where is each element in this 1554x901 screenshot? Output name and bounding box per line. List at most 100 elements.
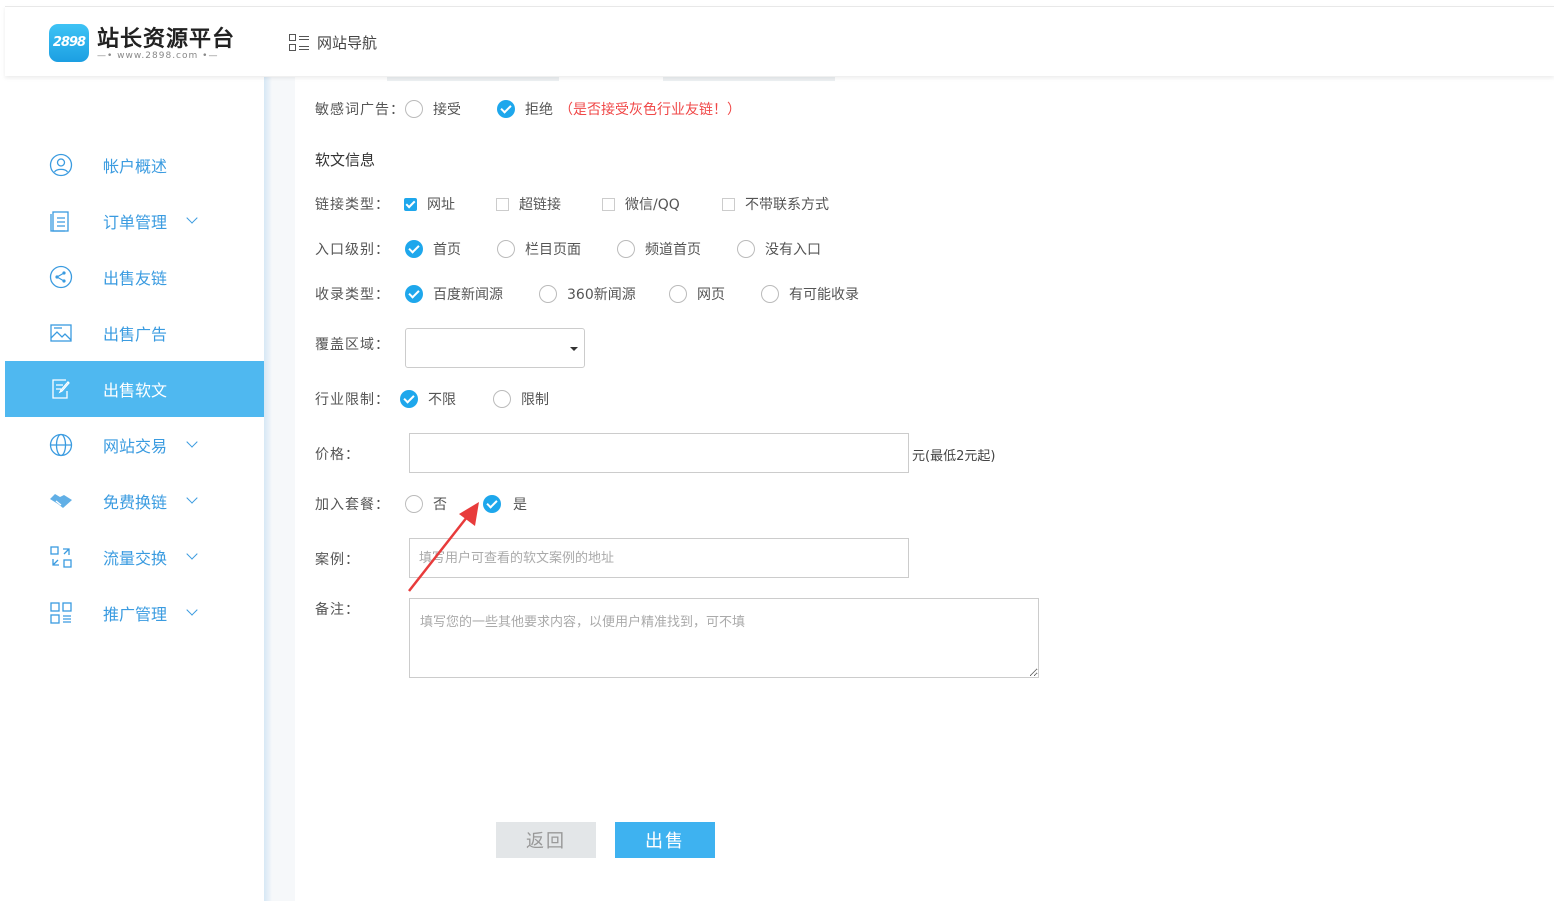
handshake-icon xyxy=(50,494,72,508)
link-type-hyperlink-option[interactable]: 超链接 xyxy=(496,194,561,214)
menu-list-icon xyxy=(289,33,309,52)
industry-label: 行业限制： xyxy=(315,392,390,408)
entry-level-row: 入口级别： 首页 栏目页面 频道首页 没有入口 xyxy=(315,239,1115,259)
globe-icon xyxy=(49,433,73,457)
radio-unchecked-icon[interactable] xyxy=(539,285,557,303)
index-type-baidu-option[interactable]: 百度新闻源 xyxy=(405,284,503,304)
back-button[interactable]: 返回 xyxy=(496,822,596,858)
entry-level-home-option[interactable]: 首页 xyxy=(405,239,461,259)
sidebar: 帐户概述 订单管理 出售友链 出售广告 出售软文 网站交易 免费换链 流量交换 … xyxy=(5,77,264,901)
radio-unchecked-icon[interactable] xyxy=(617,240,635,258)
radio-unchecked-icon[interactable] xyxy=(761,285,779,303)
option-label: 拒绝 xyxy=(525,102,553,118)
coverage-select[interactable] xyxy=(405,328,585,368)
sensitive-ad-reject-option[interactable]: 拒绝 （是否接受灰色行业友链！） xyxy=(497,99,741,119)
entry-level-channel-option[interactable]: 频道首页 xyxy=(617,239,701,259)
link-type-no-contact-option[interactable]: 不带联系方式 xyxy=(722,194,829,214)
option-label: 限制 xyxy=(521,392,549,408)
index-type-360-option[interactable]: 360新闻源 xyxy=(539,284,636,304)
share-icon xyxy=(49,265,73,289)
package-label: 加入套餐： xyxy=(315,497,390,513)
sidebar-item-site-trade[interactable]: 网站交易 xyxy=(5,417,264,473)
entry-level-label: 入口级别： xyxy=(315,242,390,258)
industry-limited-option[interactable]: 限制 xyxy=(493,389,549,409)
chevron-down-icon xyxy=(186,604,198,616)
coverage-row: 覆盖区域： xyxy=(315,334,390,354)
industry-row: 行业限制： 不限 限制 xyxy=(315,389,1115,409)
chevron-down-icon xyxy=(186,492,198,504)
sensitive-ad-note: （是否接受灰色行业友链！） xyxy=(559,102,741,118)
partial-field-edge xyxy=(663,77,835,81)
sidebar-item-sell-ads[interactable]: 出售广告 xyxy=(5,305,264,361)
link-type-wechat-qq-option[interactable]: 微信/QQ xyxy=(602,194,680,214)
entry-level-none-option[interactable]: 没有入口 xyxy=(737,239,821,259)
sidebar-item-label: 网站交易 xyxy=(103,437,168,456)
package-row: 加入套餐： 否 是 xyxy=(315,494,715,514)
price-label: 价格： xyxy=(315,447,360,463)
radio-unchecked-icon[interactable] xyxy=(669,285,687,303)
edit-doc-icon xyxy=(52,379,70,399)
index-type-web-option[interactable]: 网页 xyxy=(669,284,725,304)
checkbox-unchecked-icon[interactable] xyxy=(602,197,615,211)
option-label: 百度新闻源 xyxy=(433,287,503,303)
radio-checked-icon[interactable] xyxy=(405,240,423,258)
link-type-url-option[interactable]: 网址 xyxy=(404,194,455,214)
checkbox-checked-icon[interactable] xyxy=(404,197,417,211)
radio-unchecked-icon[interactable] xyxy=(405,100,423,118)
remark-textarea[interactable] xyxy=(409,598,1039,678)
link-type-row: 链接类型： 网址 超链接 微信/QQ 不带联系方式 xyxy=(315,194,1115,214)
radio-checked-icon[interactable] xyxy=(497,100,515,118)
case-row: 案例： xyxy=(315,549,360,569)
sidebar-item-label: 帐户概述 xyxy=(103,157,168,176)
sidebar-item-account-overview[interactable]: 帐户概述 xyxy=(5,137,264,193)
sidebar-item-sell-articles[interactable]: 出售软文 xyxy=(5,361,264,417)
chevron-down-icon xyxy=(186,212,198,224)
sidebar-item-label: 订单管理 xyxy=(103,213,168,232)
site-nav-label: 网站导航 xyxy=(317,34,378,52)
logo-badge[interactable]: 2898 xyxy=(49,24,89,62)
chevron-down-icon xyxy=(186,548,198,560)
sidebar-item-free-link-exchange[interactable]: 免费换链 xyxy=(5,473,264,529)
sidebar-item-promotion-management[interactable]: 推广管理 xyxy=(5,585,264,641)
sidebar-item-label: 免费换链 xyxy=(103,493,168,512)
sensitive-ad-row: 敏感词广告： 接受 拒绝 （是否接受灰色行业友链！） xyxy=(315,99,1115,119)
logo-url: —• www.2898.com •— xyxy=(97,51,219,61)
remark-label: 备注： xyxy=(315,602,360,618)
price-row: 价格： xyxy=(315,444,360,464)
option-label: 网址 xyxy=(427,197,455,213)
user-icon xyxy=(49,153,73,177)
entry-level-column-option[interactable]: 栏目页面 xyxy=(497,239,581,259)
radio-checked-icon[interactable] xyxy=(405,285,423,303)
option-label: 没有入口 xyxy=(765,242,821,258)
option-label: 不带联系方式 xyxy=(745,197,829,213)
radio-unchecked-icon[interactable] xyxy=(497,240,515,258)
sidebar-item-sell-links[interactable]: 出售友链 xyxy=(5,249,264,305)
radio-checked-icon[interactable] xyxy=(400,390,418,408)
site-nav-link[interactable]: 网站导航 xyxy=(289,32,377,53)
exchange-icon xyxy=(50,546,72,568)
price-input[interactable] xyxy=(409,433,909,473)
checkbox-unchecked-icon[interactable] xyxy=(722,197,735,211)
sell-button[interactable]: 出售 xyxy=(615,822,715,858)
annotation-arrow-icon xyxy=(408,502,479,592)
link-type-label: 链接类型： xyxy=(315,197,390,213)
index-type-maybe-option[interactable]: 有可能收录 xyxy=(761,284,859,304)
price-suffix: 元(最低2元起) xyxy=(912,448,996,464)
article-sell-form: 敏感词广告： 接受 拒绝 （是否接受灰色行业友链！） 软文信息 链接类型： 网址… xyxy=(295,77,1554,901)
option-label: 是 xyxy=(513,497,527,513)
radio-unchecked-icon[interactable] xyxy=(737,240,755,258)
option-label: 微信/QQ xyxy=(625,197,680,213)
checkbox-unchecked-icon[interactable] xyxy=(496,197,509,211)
industry-unlimited-option[interactable]: 不限 xyxy=(400,389,456,409)
radio-unchecked-icon[interactable] xyxy=(493,390,511,408)
sidebar-item-label: 出售友链 xyxy=(103,269,168,288)
option-label: 有可能收录 xyxy=(789,287,859,303)
sidebar-item-traffic-exchange[interactable]: 流量交换 xyxy=(5,529,264,585)
case-label: 案例： xyxy=(315,552,360,568)
logo-title[interactable]: 站长资源平台 xyxy=(97,21,235,53)
partial-field-edge xyxy=(387,77,559,81)
sidebar-item-order-management[interactable]: 订单管理 xyxy=(5,193,264,249)
sensitive-ad-accept-option[interactable]: 接受 xyxy=(405,99,461,119)
option-label: 网页 xyxy=(697,287,725,303)
image-icon xyxy=(50,324,72,342)
